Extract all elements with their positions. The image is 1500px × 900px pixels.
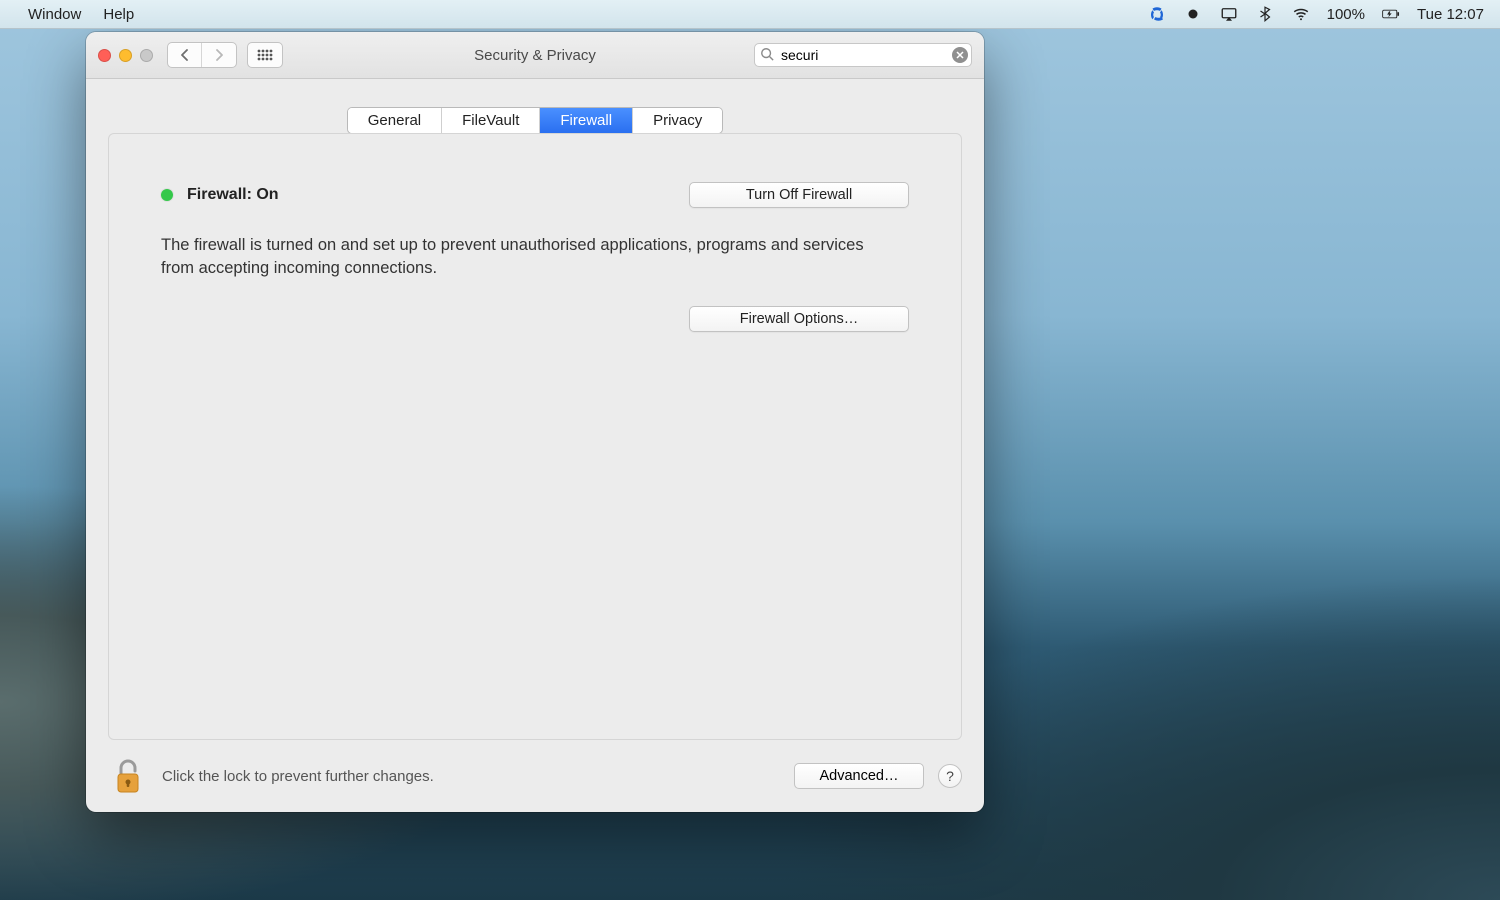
tab-filevault[interactable]: FileVault xyxy=(442,108,540,133)
wifi-icon[interactable] xyxy=(1291,4,1311,24)
bluetooth-icon[interactable] xyxy=(1255,4,1275,24)
window-zoom-button xyxy=(140,49,153,62)
advanced-button[interactable]: Advanced… xyxy=(794,763,924,789)
show-all-prefs-button[interactable] xyxy=(247,42,283,68)
toolbar-nav-segment xyxy=(167,42,237,68)
airplay-icon[interactable] xyxy=(1219,4,1239,24)
menubar-item-window[interactable]: Window xyxy=(28,6,81,23)
search-icon xyxy=(760,47,774,64)
menubar-status-dot-icon[interactable] xyxy=(1183,4,1203,24)
lock-hint-text: Click the lock to prevent further change… xyxy=(162,768,434,785)
menubar-app-icon[interactable] xyxy=(1147,4,1167,24)
firewall-status-label: Firewall: On xyxy=(187,186,279,204)
window-close-button[interactable] xyxy=(98,49,111,62)
tab-privacy[interactable]: Privacy xyxy=(633,108,722,133)
pref-footer: Click the lock to prevent further change… xyxy=(86,740,984,812)
pref-tabs: General FileVault Firewall Privacy xyxy=(347,107,724,134)
firewall-description: The firewall is turned on and set up to … xyxy=(161,234,901,280)
macos-menubar: Window Help 100% Tue 12:07 xyxy=(0,0,1500,29)
tab-general[interactable]: General xyxy=(348,108,442,133)
window-minimize-button[interactable] xyxy=(119,49,132,62)
search-input[interactable] xyxy=(754,43,972,67)
menubar-clock[interactable]: Tue 12:07 xyxy=(1417,6,1484,23)
search-clear-button[interactable] xyxy=(952,47,968,63)
help-button[interactable]: ? xyxy=(938,764,962,788)
back-button[interactable] xyxy=(168,43,202,67)
toolbar-search xyxy=(754,43,972,67)
window-traffic-lights xyxy=(98,49,153,62)
firewall-options-button[interactable]: Firewall Options… xyxy=(689,306,909,332)
battery-charging-icon[interactable] xyxy=(1381,4,1401,24)
battery-percent[interactable]: 100% xyxy=(1327,6,1365,23)
system-preferences-window: Security & Privacy General FileVault Fir… xyxy=(86,32,984,812)
turn-off-firewall-button[interactable]: Turn Off Firewall xyxy=(689,182,909,208)
firewall-pane: Firewall: On Turn Off Firewall The firew… xyxy=(108,133,962,740)
menubar-item-help[interactable]: Help xyxy=(103,6,134,23)
tab-firewall[interactable]: Firewall xyxy=(540,108,633,133)
forward-button xyxy=(202,43,236,67)
lock-icon[interactable] xyxy=(108,756,148,796)
window-titlebar: Security & Privacy xyxy=(86,32,984,79)
firewall-status-dot xyxy=(161,189,173,201)
